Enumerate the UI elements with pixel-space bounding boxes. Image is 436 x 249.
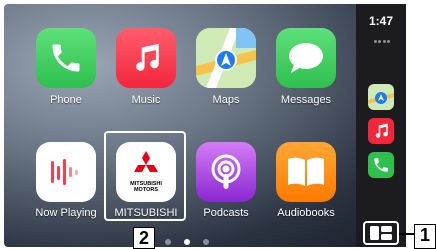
app-podcasts[interactable]: Podcasts bbox=[186, 4, 266, 219]
callout-number-2: 2 bbox=[133, 227, 155, 249]
book-icon bbox=[276, 142, 336, 202]
carplay-screen: Phone Music Maps Messages Now Playing MI… bbox=[0, 0, 410, 249]
dashboard-icon bbox=[370, 226, 392, 240]
app-grid: Phone Music Maps Messages Now Playing MI… bbox=[4, 4, 364, 234]
recent-app-phone[interactable] bbox=[368, 152, 394, 178]
app-mitsubishi[interactable]: MITSUBISHI MOTORS MITSUBISHI bbox=[106, 4, 186, 219]
signal-indicator bbox=[374, 40, 390, 44]
mitsubishi-logo: MITSUBISHI MOTORS bbox=[116, 142, 176, 202]
app-label-mitsubishi: MITSUBISHI bbox=[114, 207, 178, 219]
page-indicator bbox=[165, 239, 209, 245]
app-label-audiobooks: Audiobooks bbox=[277, 207, 335, 219]
callout-number-1: 1 bbox=[414, 224, 436, 249]
app-audiobooks[interactable]: Audiobooks bbox=[266, 4, 346, 219]
clock: 1:47 bbox=[368, 14, 394, 28]
app-label-podcasts: Podcasts bbox=[203, 207, 249, 219]
callout-leader-line bbox=[399, 233, 414, 235]
dashboard-button[interactable] bbox=[363, 221, 399, 245]
page-dot bbox=[165, 239, 171, 245]
phone-icon bbox=[374, 158, 388, 172]
audio-bars-icon bbox=[36, 142, 96, 202]
page-dot-active bbox=[184, 239, 190, 245]
page-dot bbox=[203, 239, 209, 245]
music-note-icon bbox=[375, 123, 388, 138]
podcasts-icon bbox=[196, 142, 256, 202]
status-sidebar: 1:47 bbox=[356, 4, 406, 247]
home-wallpaper: Phone Music Maps Messages Now Playing MI… bbox=[4, 4, 406, 247]
recent-app-maps[interactable] bbox=[368, 84, 394, 110]
app-label-now-playing: Now Playing bbox=[35, 207, 97, 219]
app-now-playing[interactable]: Now Playing bbox=[26, 4, 106, 219]
maps-icon bbox=[368, 92, 394, 104]
logo-text-line-2: MOTORS bbox=[133, 187, 159, 193]
recent-app-music[interactable] bbox=[368, 118, 394, 144]
